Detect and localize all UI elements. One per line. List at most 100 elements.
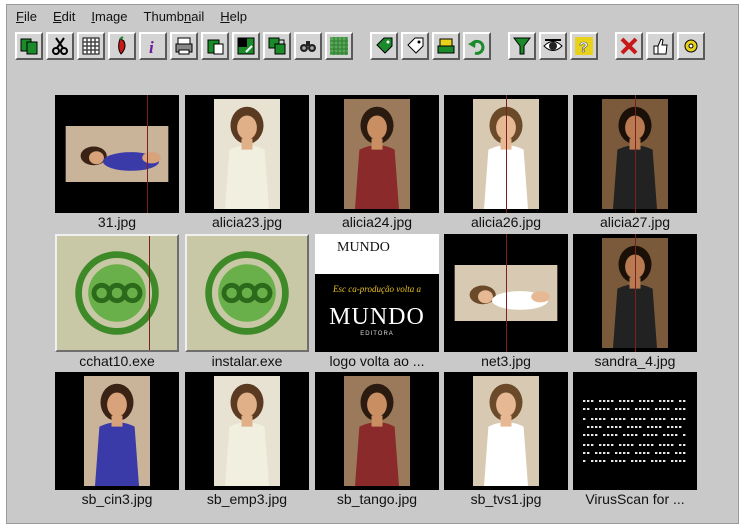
scanline-artifact: [149, 236, 150, 350]
binoculars-icon: [300, 41, 316, 52]
menu-help[interactable]: Help: [220, 9, 247, 24]
resize-button[interactable]: [232, 32, 260, 60]
eye-icon: [543, 39, 563, 51]
thumbnail-item[interactable]: net3.jpg: [444, 234, 568, 369]
thumbs-up-button[interactable]: [646, 32, 674, 60]
menu-edit[interactable]: Edit: [53, 9, 75, 24]
resize-icon: [237, 37, 255, 55]
toolbar: i?: [15, 30, 708, 62]
thumbnail-item[interactable]: sb_emp3.jpg: [185, 372, 309, 507]
scanline-artifact: [506, 234, 507, 352]
pepper-button[interactable]: [108, 32, 136, 60]
image-preview[interactable]: [55, 95, 179, 213]
help-icon: ?: [575, 37, 593, 56]
grid-icon: [330, 37, 348, 55]
image-preview[interactable]: [185, 372, 309, 490]
image-preview[interactable]: MUNDO Esc ca-produção volta a MUNDO EDITORA: [315, 234, 439, 352]
thumbs-up-icon: [653, 38, 668, 55]
logo-sub-text: EDITORA: [360, 331, 394, 337]
filter-button[interactable]: [508, 32, 536, 60]
logo-top-text: MUNDO: [315, 234, 439, 274]
grid-button[interactable]: [325, 32, 353, 60]
copy-button[interactable]: [15, 32, 43, 60]
thumbnail-item[interactable]: MUNDO Esc ca-produção volta a MUNDO EDITORA…: [315, 234, 439, 369]
scanline-artifact: [635, 234, 636, 352]
menu-bar: File Edit Image Thumbnail Help: [7, 5, 738, 27]
pepper-icon: [118, 36, 126, 55]
select-pattern-button[interactable]: [77, 32, 105, 60]
cut-button[interactable]: [46, 32, 74, 60]
thumbnail-filename: alicia26.jpg: [470, 214, 542, 230]
thumbnail-filename: cchat10.exe: [79, 353, 155, 369]
copy-to-button[interactable]: [263, 32, 291, 60]
untag-button[interactable]: [401, 32, 429, 60]
binoculars-button[interactable]: [294, 32, 322, 60]
thumbnail-item[interactable]: 31.jpg: [55, 95, 179, 230]
scanline-artifact: [635, 95, 636, 213]
thumbnail-item[interactable]: alicia27.jpg: [573, 95, 697, 230]
image-preview[interactable]: [315, 95, 439, 213]
thumbnail-filename: sb_tvs1.jpg: [470, 491, 542, 507]
delete-button[interactable]: [615, 32, 643, 60]
thumbnail-filename: logo volta ao ...: [329, 353, 425, 369]
thumbnail-filename: alicia27.jpg: [599, 214, 671, 230]
print-button[interactable]: [170, 32, 198, 60]
svg-text:?: ?: [579, 39, 588, 56]
copy-to-icon: [268, 37, 286, 55]
thumbnail-filename: sb_tango.jpg: [336, 491, 418, 507]
image-preview[interactable]: [315, 372, 439, 490]
thumbnail-item[interactable]: sandra_4.jpg: [573, 234, 697, 369]
menu-file[interactable]: File: [16, 9, 37, 24]
info-button[interactable]: i: [139, 32, 167, 60]
copy-icon: [20, 38, 38, 55]
logo-big-text: MUNDO: [329, 304, 425, 330]
info-icon: i: [149, 38, 154, 56]
undo-button[interactable]: [463, 32, 491, 60]
help-button[interactable]: ?: [570, 32, 598, 60]
thumbnail-item[interactable]: instalar.exe: [185, 234, 309, 369]
settings-icon: [684, 39, 698, 53]
scanline-artifact: [147, 95, 148, 213]
image-preview[interactable]: [444, 372, 568, 490]
thumbnail-item[interactable]: alicia26.jpg: [444, 95, 568, 230]
exe-file-icon[interactable]: [55, 234, 179, 352]
thumbnail-filename: alicia24.jpg: [341, 214, 413, 230]
thumbnail-item[interactable]: cchat10.exe: [55, 234, 179, 369]
tag-button[interactable]: [370, 32, 398, 60]
thumbnail-filename: instalar.exe: [211, 353, 283, 369]
undo-icon: [468, 39, 485, 55]
image-preview[interactable]: [573, 95, 697, 213]
delete-icon: [620, 37, 638, 55]
thumbnail-item[interactable]: alicia24.jpg: [315, 95, 439, 230]
thumbnail-filename: net3.jpg: [481, 353, 531, 369]
thumbnail-filename: sandra_4.jpg: [594, 353, 676, 369]
exe-file-icon[interactable]: [185, 234, 309, 352]
thumbnail-item[interactable]: sb_tvs1.jpg: [444, 372, 568, 507]
menu-image[interactable]: Image: [91, 9, 127, 24]
thumbnail-item[interactable]: VirusScan for ...: [573, 372, 697, 507]
filter-icon: [513, 37, 531, 55]
app-window: File Edit Image Thumbnail Help i? 31.jpg ali…: [6, 4, 739, 524]
paste-button[interactable]: [201, 32, 229, 60]
menu-thumbnail[interactable]: Thumbnail: [144, 9, 205, 24]
logo-script-text: Esc ca-produção volta a: [333, 284, 421, 294]
tag-icon: [376, 37, 393, 54]
image-preview[interactable]: [55, 372, 179, 490]
scanline-artifact: [506, 95, 507, 213]
scanner-icon: [437, 38, 455, 54]
image-preview[interactable]: [573, 234, 697, 352]
eye-button[interactable]: [539, 32, 567, 60]
thumbnail-item[interactable]: alicia23.jpg: [185, 95, 309, 230]
settings-button[interactable]: [677, 32, 705, 60]
thumbnail-item[interactable]: sb_cin3.jpg: [55, 372, 179, 507]
image-preview[interactable]: [444, 95, 568, 213]
document-preview[interactable]: [573, 372, 697, 490]
scanner-button[interactable]: [432, 32, 460, 60]
image-preview[interactable]: [185, 95, 309, 213]
thumbnail-filename: sb_cin3.jpg: [81, 491, 153, 507]
image-preview[interactable]: [444, 234, 568, 352]
cut-icon: [52, 37, 68, 55]
svg-text:i: i: [149, 38, 154, 56]
print-icon: [175, 37, 193, 55]
thumbnail-item[interactable]: sb_tango.jpg: [315, 372, 439, 507]
